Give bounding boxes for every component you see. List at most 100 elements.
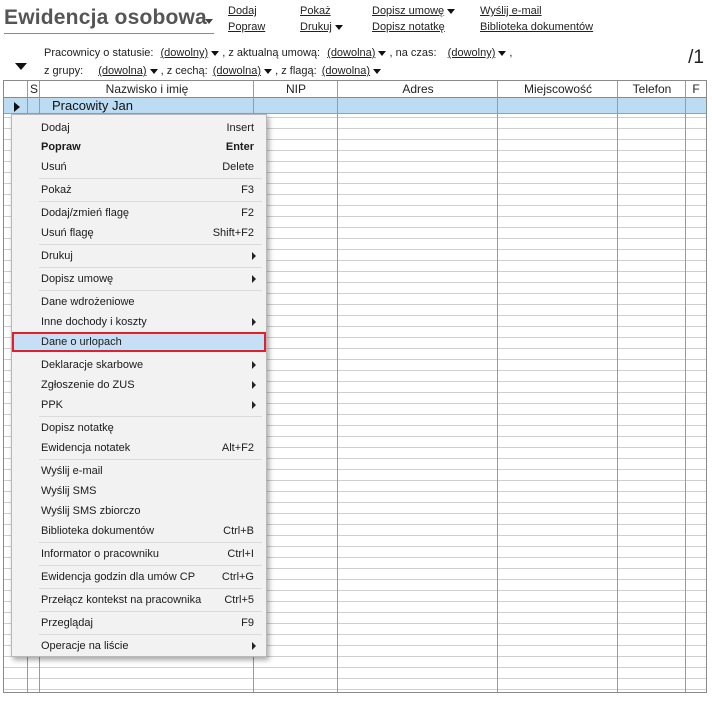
menu-item-label: Informator o pracowniku — [41, 548, 159, 560]
menu-item-wyslij-email[interactable]: Wyślij e-mail — [14, 461, 264, 481]
menu-item-label: Operacje na liście — [41, 640, 129, 652]
chevron-down-icon — [334, 24, 343, 30]
page-count: /1 — [688, 47, 704, 68]
column-divider — [617, 81, 618, 692]
biblioteka-link[interactable]: Biblioteka dokumentów — [480, 21, 593, 33]
menu-item-label: Dodaj — [41, 122, 70, 134]
column-header-name[interactable]: Nazwisko i imię — [40, 81, 254, 98]
czas-filter-value: (dowolny) — [447, 47, 496, 59]
submenu-arrow-icon — [252, 318, 256, 326]
menu-item-ewidencja-notatek[interactable]: Ewidencja notatek Alt+F2 — [14, 438, 264, 458]
menu-separator — [39, 459, 262, 460]
menu-item-label: Przeglądaj — [41, 617, 93, 629]
chevron-down-icon — [447, 8, 456, 14]
menu-item-label: Wyślij SMS zbiorczo — [41, 505, 141, 517]
menu-item-informator[interactable]: Informator o pracowniku Ctrl+I — [14, 544, 264, 564]
wyslij-email-link[interactable]: Wyślij e-mail — [480, 5, 542, 17]
dopisz-notatke-link[interactable]: Dopisz notatkę — [372, 21, 445, 33]
menu-item-label: Ewidencja godzin dla umów CP — [41, 571, 196, 583]
menu-item-shortcut: Alt+F2 — [221, 442, 254, 454]
menu-item-dane-o-urlopach[interactable]: Dane o urlopach — [12, 332, 266, 352]
menu-item-inne-dochody[interactable]: Inne dochody i koszty — [14, 312, 264, 332]
drukuj-dropdown[interactable]: Drukuj — [300, 21, 343, 33]
menu-item-usun[interactable]: Usuń Delete — [14, 157, 264, 177]
menu-item-przegladaj[interactable]: Przeglądaj F9 — [14, 613, 264, 633]
menu-item-shortcut: Enter — [225, 141, 254, 153]
menu-separator — [39, 565, 262, 566]
column-header-telefon[interactable]: Telefon — [618, 81, 686, 98]
menu-item-usun-flage[interactable]: Usuń flagę Shift+F2 — [14, 223, 264, 243]
row-indicator-icon — [14, 102, 20, 112]
menu-item-shortcut: Ctrl+5 — [224, 594, 254, 606]
menu-item-dodaj[interactable]: Dodaj Insert — [14, 118, 264, 138]
popraw-link[interactable]: Popraw — [228, 21, 265, 33]
czas-filter-dropdown[interactable]: (dowolny) — [448, 47, 507, 59]
flaga-filter-dropdown[interactable]: (dowolna) — [322, 65, 382, 77]
chevron-down-icon — [378, 50, 387, 56]
grupy-filter-value: (dowolna) — [98, 65, 147, 77]
submenu-arrow-icon — [252, 381, 256, 389]
menu-item-label: Biblioteka dokumentów — [41, 525, 155, 537]
flaga-filter-label: , z flagą: — [275, 65, 317, 77]
menu-item-dane-wdrozeniowe[interactable]: Dane wdrożeniowe — [14, 292, 264, 312]
umowa-filter-label: , z aktualną umową: — [222, 47, 321, 59]
chevron-down-icon — [498, 50, 507, 56]
menu-item-ewidencja-godzin[interactable]: Ewidencja godzin dla umów CP Ctrl+G — [14, 567, 264, 587]
menu-item-label: Deklaracje skarbowe — [41, 359, 144, 371]
column-divider — [497, 81, 498, 692]
menu-item-ppk[interactable]: PPK — [14, 395, 264, 415]
pokaz-link[interactable]: Pokaż — [300, 5, 331, 17]
menu-item-dopisz-notatke[interactable]: Dopisz notatkę — [14, 418, 264, 438]
cecha-filter-value: (dowolna) — [212, 65, 262, 77]
menu-item-pokaz[interactable]: Pokaż F3 — [14, 180, 264, 200]
menu-item-popraw[interactable]: Popraw Enter — [14, 137, 264, 157]
status-filter-label: Pracownicy o statusie: — [44, 47, 154, 59]
chevron-down-icon — [149, 68, 158, 74]
menu-separator — [39, 611, 262, 612]
menu-separator — [39, 178, 262, 179]
menu-separator — [39, 542, 262, 543]
column-divider — [337, 81, 338, 692]
menu-item-shortcut: Ctrl+G — [221, 571, 254, 583]
czas-filter-suffix: , — [509, 47, 513, 59]
app-title-dropdown[interactable]: Ewidencja osobowa — [4, 4, 214, 34]
column-header-nip[interactable]: NIP — [254, 81, 338, 98]
cecha-filter-dropdown[interactable]: (dowolna) — [212, 65, 273, 77]
czas-filter-label: , na czas: — [389, 47, 437, 59]
employee-name-cell[interactable]: Pracowity Jan — [52, 98, 133, 114]
filter-toggle-icon[interactable] — [15, 63, 27, 70]
umowa-filter-dropdown[interactable]: (dowolna) — [327, 47, 387, 59]
status-filter-dropdown[interactable]: (dowolny) — [161, 47, 220, 59]
menu-item-przelacz-kontekst[interactable]: Przełącz kontekst na pracownika Ctrl+5 — [14, 590, 264, 610]
menu-item-biblioteka[interactable]: Biblioteka dokumentów Ctrl+B — [14, 521, 264, 541]
column-header-adres[interactable]: Adres — [338, 81, 498, 98]
menu-item-label: Inne dochody i koszty — [41, 316, 147, 328]
filter-line-1: Pracownicy o statusie: (dowolny) , z akt… — [44, 47, 512, 59]
menu-item-wyslij-sms-zbiorczo[interactable]: Wyślij SMS zbiorczo — [14, 501, 264, 521]
menu-item-zgloszenie-zus[interactable]: Zgłoszenie do ZUS — [14, 375, 264, 395]
menu-item-shortcut: Delete — [222, 161, 254, 173]
menu-separator — [39, 267, 262, 268]
menu-item-deklaracje-skarbowe[interactable]: Deklaracje skarbowe — [14, 355, 264, 375]
menu-item-label: Popraw — [41, 141, 81, 153]
menu-item-shortcut: F3 — [241, 184, 254, 196]
menu-item-label: Dopisz notatkę — [41, 422, 114, 434]
menu-item-dopisz-umowe[interactable]: Dopisz umowę — [14, 269, 264, 289]
column-header-f[interactable]: F — [686, 81, 706, 98]
menu-item-label: Przełącz kontekst na pracownika — [41, 594, 202, 606]
column-header-miejscowosc[interactable]: Miejscowość — [498, 81, 618, 98]
menu-item-drukuj[interactable]: Drukuj — [14, 246, 264, 266]
grupy-filter-dropdown[interactable]: (dowolna) — [98, 65, 158, 77]
cecha-filter-label: , z cechą: — [160, 65, 208, 77]
menu-item-label: Usuń flagę — [41, 227, 94, 239]
menu-item-operacje-na-liscie[interactable]: Operacje na liście — [14, 636, 264, 656]
status-filter-value: (dowolny) — [160, 47, 209, 59]
menu-item-dodaj-flage[interactable]: Dodaj/zmień flagę F2 — [14, 203, 264, 223]
menu-item-label: Wyślij SMS — [41, 485, 97, 497]
menu-item-wyslij-sms[interactable]: Wyślij SMS — [14, 481, 264, 501]
dodaj-link[interactable]: Dodaj — [228, 5, 257, 17]
menu-item-shortcut: Ctrl+I — [227, 548, 254, 560]
chevron-down-icon — [373, 68, 382, 74]
dopisz-umowe-dropdown[interactable]: Dopisz umowę — [372, 5, 456, 17]
dopisz-umowe-label: Dopisz umowę — [372, 5, 445, 17]
